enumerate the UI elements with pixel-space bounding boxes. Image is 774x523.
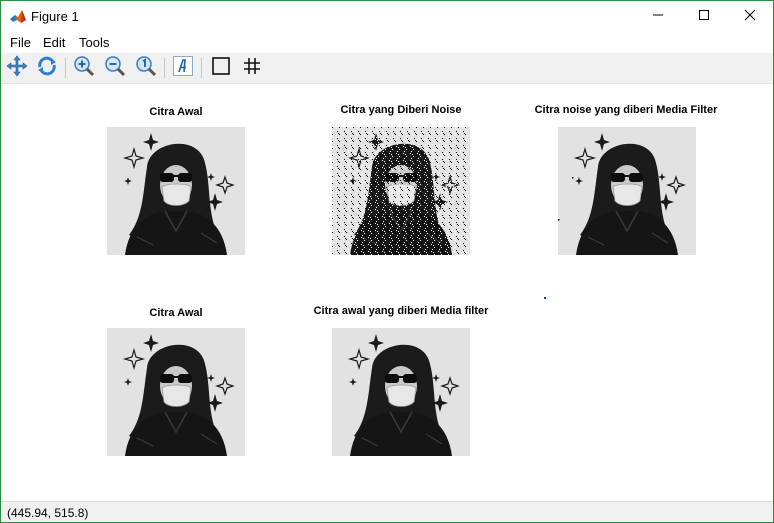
- figure-toolbar: [1, 53, 773, 84]
- cursor-coordinates: (445.94, 515.8): [7, 506, 89, 520]
- box-icon: [210, 55, 232, 82]
- subplot-image-filtered: [558, 127, 696, 255]
- subplot-image-original: [107, 328, 245, 456]
- box-button[interactable]: [209, 56, 233, 80]
- subplot-title: Citra yang Diberi Noise: [340, 104, 462, 116]
- window-title: Figure 1: [31, 9, 79, 24]
- subplot-image-original: [107, 127, 245, 255]
- grid-button[interactable]: [240, 56, 264, 80]
- zoom-in-icon: [73, 55, 95, 82]
- zoom-reset-button[interactable]: [134, 55, 158, 82]
- zoom-out-button[interactable]: [103, 55, 127, 82]
- minimize-icon: [652, 8, 664, 26]
- subplot-title: Citra noise yang diberi Media Filter: [534, 104, 718, 116]
- pan-button[interactable]: [5, 55, 29, 82]
- figure-canvas[interactable]: Citra Awal Citra yang Diberi Noise Citra…: [1, 84, 773, 501]
- rotate-3d-icon: [36, 55, 58, 82]
- close-button[interactable]: [727, 1, 773, 32]
- subplot-title: Citra awal yang diberi Media filter: [313, 305, 489, 317]
- zoom-out-icon: [104, 55, 126, 82]
- menu-tools[interactable]: Tools: [79, 35, 109, 50]
- zoom-in-button[interactable]: [72, 55, 96, 82]
- insert-text-button[interactable]: [171, 55, 195, 82]
- zoom-reset-icon: [135, 55, 157, 82]
- menu-edit[interactable]: Edit: [43, 35, 65, 50]
- close-icon: [744, 8, 756, 26]
- subplot-title: Citra Awal: [149, 106, 203, 118]
- toolbar-separator: [201, 58, 202, 78]
- pan-icon: [6, 55, 28, 82]
- stray-marker: [544, 297, 546, 299]
- menu-bar: File Edit Tools: [1, 32, 773, 53]
- subplot-image-noisy: [332, 127, 470, 255]
- subplot-image-original-filtered: [332, 328, 470, 456]
- matlab-logo-icon: [9, 8, 27, 26]
- title-bar[interactable]: Figure 1: [1, 1, 773, 32]
- minimize-button[interactable]: [635, 1, 681, 32]
- insert-text-icon: [172, 55, 194, 82]
- figure-window: Figure 1 File Edit Tools Citra Awal Citr…: [0, 0, 774, 523]
- subplot-title: Citra Awal: [149, 307, 203, 319]
- maximize-icon: [698, 8, 710, 26]
- rotate-3d-button[interactable]: [35, 56, 59, 80]
- status-bar: (445.94, 515.8): [1, 501, 773, 522]
- grid-icon: [241, 55, 263, 82]
- maximize-button[interactable]: [681, 1, 727, 32]
- menu-file[interactable]: File: [10, 35, 31, 50]
- toolbar-separator: [164, 58, 165, 78]
- toolbar-separator: [65, 58, 66, 78]
